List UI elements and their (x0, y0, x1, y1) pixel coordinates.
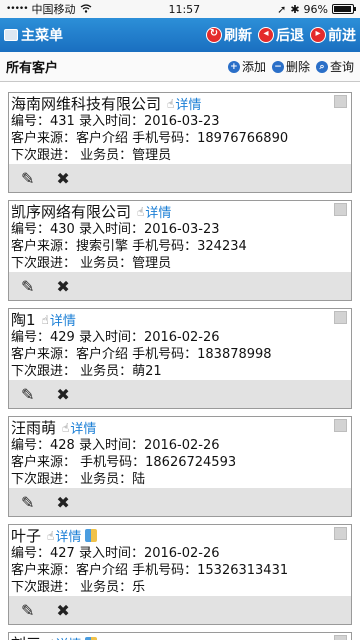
card-actions: ✎ ✖ (9, 380, 351, 408)
battery-icon (331, 4, 356, 14)
customer-name[interactable]: 叶子 (11, 525, 41, 546)
list-toolbar: 所有客户 + 添加 − 删除 ⌕ 查询 (0, 52, 360, 82)
customer-name[interactable]: 刘三 (11, 633, 41, 640)
select-checkbox[interactable] (334, 95, 347, 108)
edit-pencil-icon[interactable]: ✎ (21, 601, 34, 620)
carrier-label: 中国移动 (31, 3, 76, 16)
card-actions: ✎ ✖ (9, 596, 351, 624)
forward-arrow-icon: ▸ (310, 27, 326, 43)
delete-button[interactable]: − 删除 (271, 58, 310, 75)
pointer-hand-icon: ☝ (41, 312, 49, 327)
select-checkbox[interactable] (334, 635, 347, 640)
pointer-hand-icon: ☝ (62, 420, 70, 435)
customer-list: 海南网维科技有限公司 ☝ 详情 编号：431 录入时间：2016-03-23 客… (0, 82, 360, 640)
card-actions: ✎ ✖ (9, 488, 351, 516)
delete-x-icon[interactable]: ✖ (56, 601, 69, 620)
customer-name[interactable]: 凯序网络有限公司 (11, 201, 131, 222)
customer-card: 刘三 ☝ 详情 编号：426 录入时间：2016-02-26 (8, 632, 352, 640)
customer-card: 陶1 ☝ 详情 编号：429 录入时间：2016-02-26 客户来源：客户介绍… (8, 308, 352, 409)
source-and-phone: 客户来源：客户介绍 手机号码：15326313431 (11, 563, 289, 578)
back-arrow-icon: ◂ (258, 27, 274, 43)
edit-pencil-icon[interactable]: ✎ (21, 277, 34, 296)
source-and-phone: 客户来源：客户介绍 手机号码：18976766890 (11, 131, 289, 146)
wifi-icon (80, 3, 92, 16)
followup-and-salesman: 下次跟进： 业务员：管理员 (11, 148, 172, 163)
delete-x-icon[interactable]: ✖ (56, 169, 69, 188)
select-checkbox[interactable] (334, 527, 347, 540)
detail-link[interactable]: 详情 (55, 634, 81, 640)
select-checkbox[interactable] (334, 203, 347, 216)
add-icon: + (227, 60, 240, 73)
document-icon[interactable] (85, 529, 98, 542)
location-icon: ➚ (277, 2, 287, 16)
refresh-button[interactable]: ↻ 刷新 (206, 25, 252, 45)
refresh-icon: ↻ (206, 27, 222, 43)
pointer-hand-icon: ☝ (47, 528, 55, 543)
delete-x-icon[interactable]: ✖ (56, 493, 69, 512)
card-actions: ✎ ✖ (9, 164, 351, 192)
id-and-date: 编号：428 录入时间：2016-02-26 (11, 438, 220, 453)
delete-x-icon[interactable]: ✖ (56, 385, 69, 404)
forward-button[interactable]: ▸ 前进 (310, 25, 356, 45)
detail-link[interactable]: 详情 (70, 418, 96, 437)
pointer-hand-icon: ☝ (167, 96, 175, 111)
detail-link[interactable]: 详情 (55, 526, 81, 545)
source-and-phone: 客户来源：搜索引擎 手机号码：324234 (11, 239, 247, 254)
customer-name[interactable]: 汪雨萌 (11, 417, 56, 438)
card-actions: ✎ ✖ (9, 272, 351, 300)
customer-name[interactable]: 陶1 (11, 309, 36, 330)
bluetooth-icon: ✱ (290, 2, 300, 16)
edit-pencil-icon[interactable]: ✎ (21, 169, 34, 188)
customer-name[interactable]: 海南网维科技有限公司 (11, 93, 161, 114)
main-menu-button[interactable]: 主菜单 (4, 25, 63, 45)
id-and-date: 编号：430 录入时间：2016-03-23 (11, 222, 220, 237)
edit-pencil-icon[interactable]: ✎ (21, 493, 34, 512)
followup-and-salesman: 下次跟进： 业务员：乐 (11, 580, 146, 595)
id-and-date: 编号：427 录入时间：2016-02-26 (11, 546, 220, 561)
pointer-hand-icon: ☝ (47, 637, 54, 640)
detail-link[interactable]: 详情 (145, 202, 171, 221)
signal-icon: ••••• (6, 4, 29, 14)
back-button[interactable]: ◂ 后退 (258, 25, 304, 45)
add-button[interactable]: + 添加 (227, 58, 266, 75)
source-and-phone: 客户来源：客户介绍 手机号码：183878998 (11, 347, 272, 362)
query-button[interactable]: ⌕ 查询 (315, 58, 354, 75)
pointer-hand-icon: ☝ (137, 204, 145, 219)
battery-percent: 96% (303, 2, 328, 16)
top-nav: 主菜单 ↻ 刷新 ◂ 后退 ▸ 前进 (0, 18, 360, 52)
detail-link[interactable]: 详情 (50, 310, 76, 329)
id-and-date: 编号：429 录入时间：2016-02-26 (11, 330, 220, 345)
id-and-date: 编号：431 录入时间：2016-03-23 (11, 114, 220, 129)
page-title: 所有客户 (6, 61, 59, 76)
followup-and-salesman: 下次跟进： 业务员：陆 (11, 472, 146, 487)
customer-card: 叶子 ☝ 详情 编号：427 录入时间：2016-02-26 客户来源：客户介绍… (8, 524, 352, 625)
menu-icon (4, 29, 18, 41)
edit-pencil-icon[interactable]: ✎ (21, 385, 34, 404)
delete-icon: − (271, 60, 284, 73)
select-checkbox[interactable] (334, 311, 347, 324)
customer-card: 凯序网络有限公司 ☝ 详情 编号：430 录入时间：2016-03-23 客户来… (8, 200, 352, 301)
search-icon: ⌕ (315, 60, 328, 73)
status-bar: ••••• 中国移动 11:57 ➚ ✱ 96% (0, 0, 360, 18)
customer-card: 海南网维科技有限公司 ☝ 详情 编号：431 录入时间：2016-03-23 客… (8, 92, 352, 193)
delete-x-icon[interactable]: ✖ (56, 277, 69, 296)
followup-and-salesman: 下次跟进： 业务员：管理员 (11, 256, 172, 271)
detail-link[interactable]: 详情 (175, 94, 201, 113)
clock: 11:57 (168, 2, 201, 16)
select-checkbox[interactable] (334, 419, 347, 432)
customer-card: 汪雨萌 ☝ 详情 编号：428 录入时间：2016-02-26 客户来源： 手机… (8, 416, 352, 517)
followup-and-salesman: 下次跟进： 业务员：萌21 (11, 364, 162, 379)
source-and-phone: 客户来源： 手机号码：18626724593 (11, 455, 237, 470)
